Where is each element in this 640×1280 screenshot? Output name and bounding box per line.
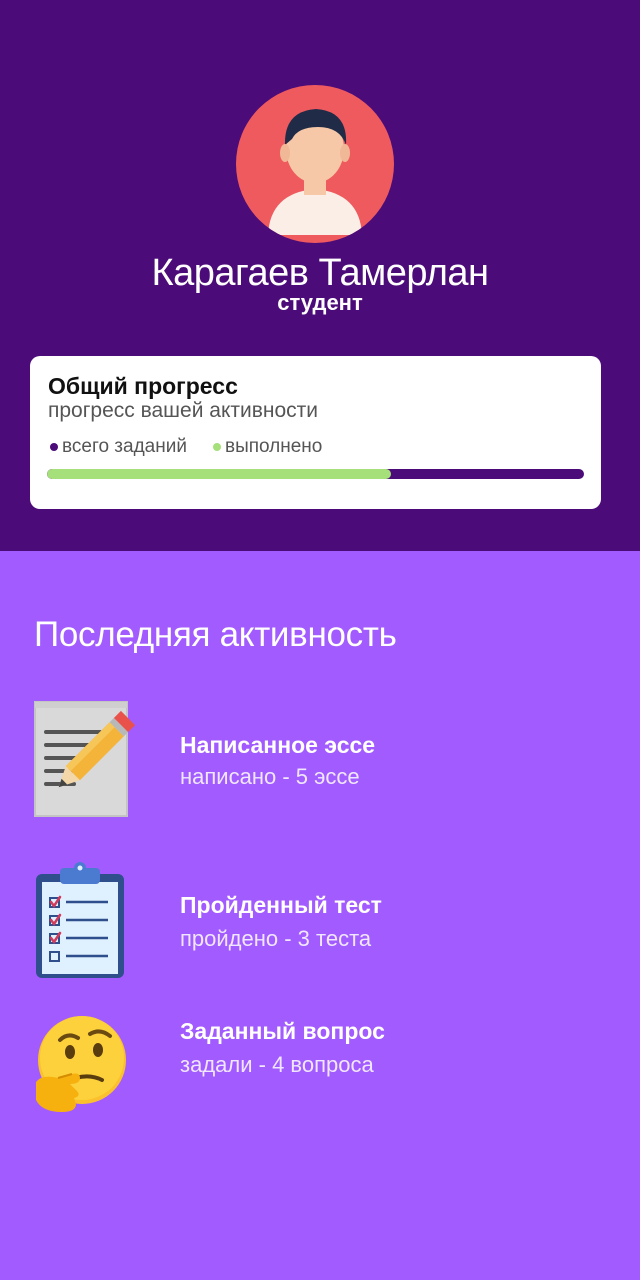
thinking-face-icon — [32, 1012, 132, 1121]
essay-pencil-icon — [30, 700, 150, 825]
profile-header: Карагаев Тамерлан студент Общий прогресс… — [0, 0, 640, 551]
user-role: студент — [277, 290, 363, 315]
progress-card: Общий прогресс прогресс вашей активности… — [30, 356, 601, 509]
section-title-recent-activity: Последняя активность — [34, 615, 397, 654]
progress-bar-fill — [47, 469, 391, 479]
user-name: Карагаев Тамерлан — [151, 252, 489, 294]
legend-done: выполнено — [212, 436, 323, 458]
legend-total-dot — [50, 443, 58, 451]
activity-item-test[interactable]: Пройденный тест пройдено - 3 теста — [0, 860, 640, 985]
clipboard-checklist-icon — [30, 860, 130, 987]
activity-item-essay[interactable]: Написанное эссе написано - 5 эссе — [0, 700, 640, 820]
legend-done-dot — [212, 443, 221, 451]
progress-title: Общий прогресс — [48, 373, 238, 399]
activity-desc-question: задали - 4 вопроса — [180, 1052, 374, 1077]
activity-title-essay: Написанное эссе — [180, 732, 376, 758]
legend-done-label: выполнено — [224, 436, 323, 457]
activity-desc-essay: написано - 5 эссе — [180, 764, 360, 789]
legend-total: всего заданий — [50, 436, 187, 458]
legend-total-label: всего заданий — [62, 436, 187, 457]
activity-title-question: Заданный вопрос — [180, 1018, 385, 1044]
user-avatar-icon — [268, 109, 362, 235]
progress-legend: всего заданий выполнено — [50, 436, 322, 458]
activity-title-test: Пройденный тест — [180, 892, 382, 918]
activity-desc-test: пройдено - 3 теста — [180, 926, 372, 951]
avatar[interactable] — [236, 85, 394, 243]
progress-subtitle: прогресс вашей активности — [48, 399, 319, 422]
activity-item-question[interactable]: Заданный вопрос задали - 4 вопроса — [0, 1012, 640, 1122]
progress-bar — [47, 469, 584, 479]
